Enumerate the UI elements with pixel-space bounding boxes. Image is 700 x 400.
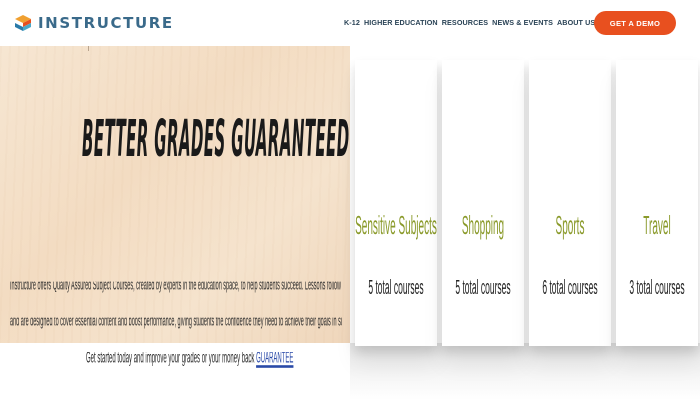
course-card-sports[interactable]: Sports 6 total courses <box>529 60 611 346</box>
card-title: Sensitive Subjects <box>355 213 437 242</box>
hero-paragraph-line-3: Get started today and improve your grade… <box>86 352 293 368</box>
logo-wordmark: INSTRUCTURE <box>38 14 174 32</box>
course-card-travel[interactable]: Travel 3 total courses <box>616 60 698 346</box>
site-header: INSTRUCTURE K-12 HIGHER EDUCATION RESOUR… <box>0 0 700 46</box>
card-course-count: 5 total courses <box>455 275 511 299</box>
cards-bottom-shade <box>350 343 700 400</box>
hero-divider-tick <box>88 46 89 51</box>
card-title: Travel <box>643 213 671 242</box>
hero-banner <box>0 46 350 343</box>
guarantee-link[interactable]: GUARANTEE <box>256 352 293 368</box>
nav-higher-education[interactable]: HIGHER EDUCATION <box>364 18 438 27</box>
hero-headline: BETTER GRADES GUARANTEED <box>82 108 350 170</box>
hero-paragraph-line-2: and are designed to cover essential cont… <box>10 317 342 331</box>
card-course-count: 5 total courses <box>368 275 424 299</box>
main-nav: K-12 HIGHER EDUCATION RESOURCES NEWS & E… <box>344 18 599 27</box>
nav-about-us[interactable]: ABOUT US <box>557 18 595 27</box>
card-title: Sports <box>555 213 585 242</box>
card-course-count: 3 total courses <box>629 275 685 299</box>
nav-resources[interactable]: RESOURCES <box>442 18 488 27</box>
hero-paragraph-line-3-text: Get started today and improve your grade… <box>86 352 257 368</box>
nav-k12[interactable]: K-12 <box>344 18 360 27</box>
course-card-sensitive-subjects[interactable]: Sensitive Subjects 5 total courses <box>355 60 437 346</box>
course-card-shopping[interactable]: Shopping 5 total courses <box>442 60 524 346</box>
card-course-count: 6 total courses <box>542 275 598 299</box>
nav-news-events[interactable]: NEWS & EVENTS <box>492 18 553 27</box>
get-a-demo-button[interactable]: GET A DEMO <box>594 11 676 35</box>
hero-paragraph-line-1: Instructure offers Quality Assured Subje… <box>10 281 342 295</box>
instructure-logo-icon <box>15 15 31 31</box>
instructure-logo[interactable]: INSTRUCTURE <box>14 13 174 33</box>
card-title: Shopping <box>461 213 505 242</box>
